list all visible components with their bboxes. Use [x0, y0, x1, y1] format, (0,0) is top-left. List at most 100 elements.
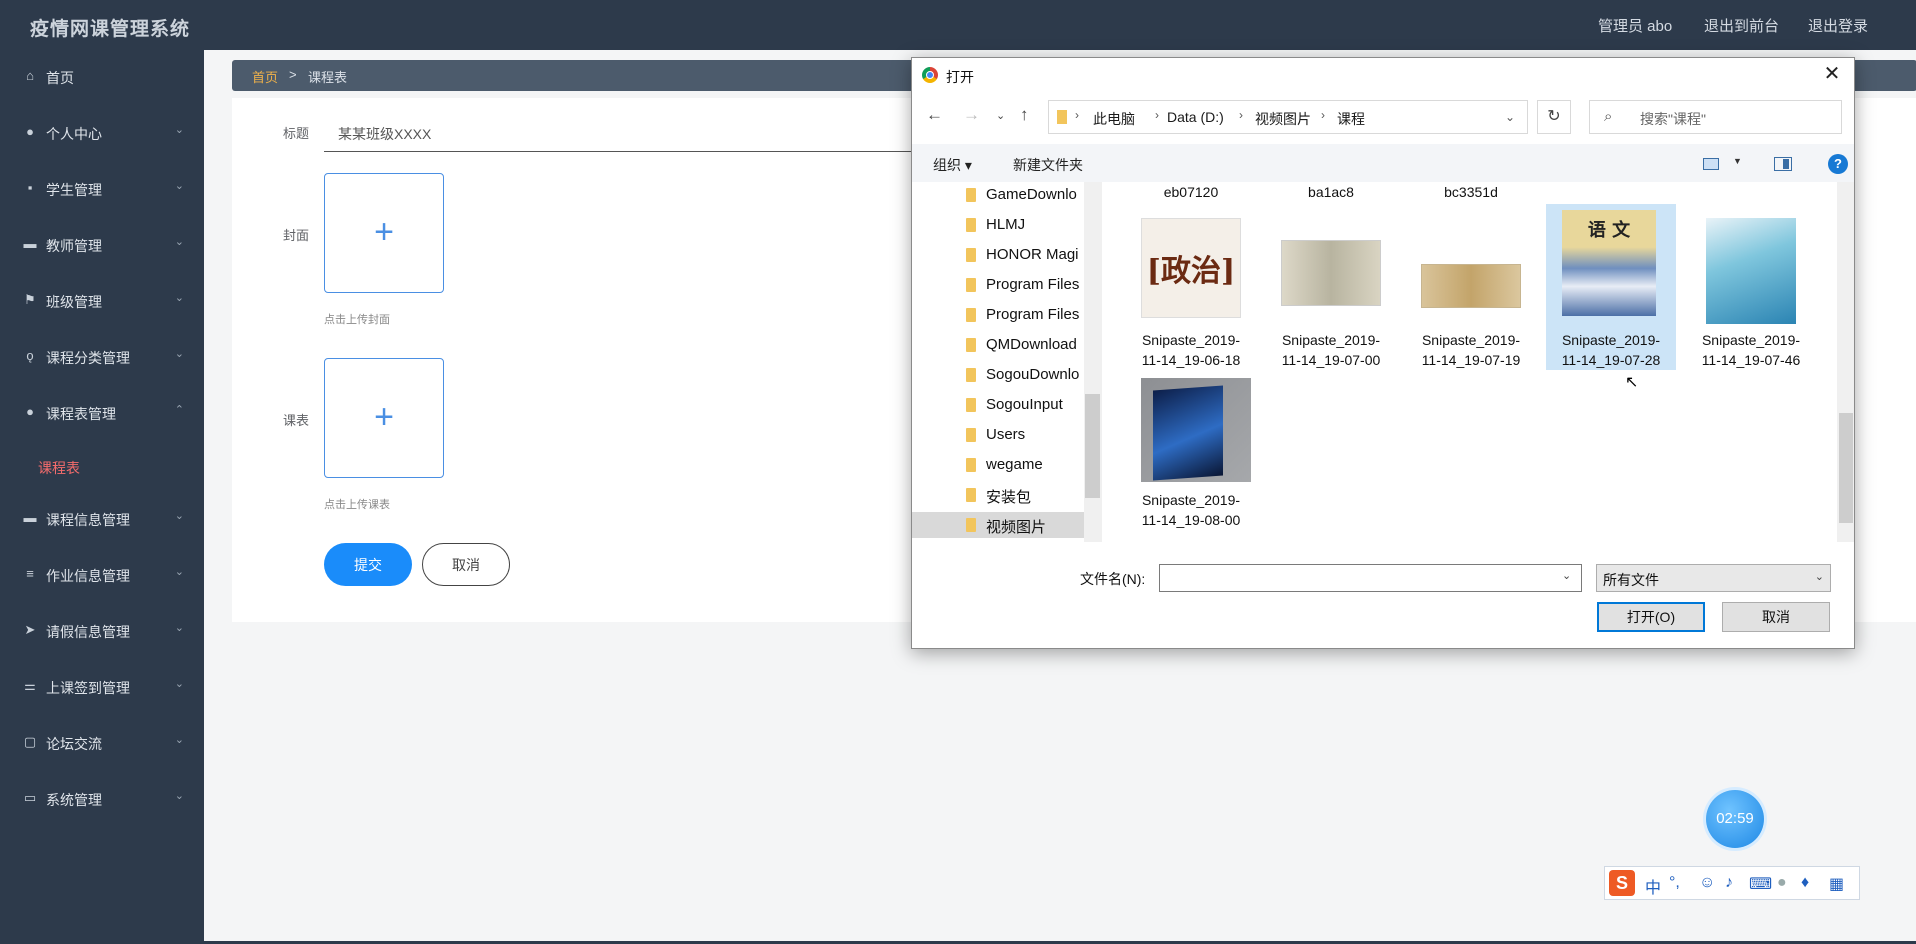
- cover-uploader[interactable]: +: [324, 173, 444, 293]
- address-bar[interactable]: › 此电脑 › Data (D:) › 视频图片 › 课程 ⌄: [1048, 100, 1528, 134]
- keyboard-icon[interactable]: ⌨: [1749, 874, 1772, 894]
- ime-lang-toggle[interactable]: 中: [1645, 874, 1661, 898]
- file-item[interactable]: [政治] Snipaste_2019- 11-14_19-06-18: [1126, 210, 1256, 380]
- sidebar-item-label: 班级管理: [46, 294, 102, 310]
- sidebar-item-label: 课程信息管理: [46, 512, 130, 528]
- user-icon[interactable]: ●: [1777, 874, 1787, 892]
- file-name: Snipaste_2019- 11-14_19-06-18: [1141, 332, 1241, 368]
- schedule-uploader[interactable]: +: [324, 358, 444, 478]
- breadcrumb-home-link[interactable]: 首页: [252, 67, 278, 86]
- grid-menu-icon[interactable]: ▦: [1829, 874, 1844, 894]
- sidebar-item-students[interactable]: ▪ 学生管理 ⌄: [0, 166, 204, 212]
- chevron-down-icon[interactable]: ▼: [1733, 156, 1742, 166]
- recording-timer[interactable]: 02:59: [1706, 790, 1764, 848]
- sidebar-item-leave[interactable]: ➤ 请假信息管理 ⌄: [0, 608, 204, 654]
- file-type-select[interactable]: 所有文件 ⌄: [1596, 564, 1831, 592]
- path-data-drive[interactable]: Data (D:): [1167, 109, 1224, 125]
- tree-item[interactable]: Users: [912, 422, 1084, 448]
- chevron-right-icon: ›: [1239, 108, 1243, 122]
- chevron-down-icon: ⌄: [174, 180, 184, 192]
- sidebar-item-personal-center[interactable]: ● 个人中心 ⌄: [0, 110, 204, 156]
- forward-arrow-icon[interactable]: →: [963, 105, 980, 125]
- sidebar-item-classes[interactable]: ⚑ 班级管理 ⌄: [0, 278, 204, 324]
- back-arrow-icon[interactable]: ←: [926, 105, 943, 125]
- tree-item[interactable]: SogouDownlo: [912, 362, 1084, 388]
- top-header: 疫情网课管理系统 管理员 abo 退出到前台 退出登录: [0, 0, 1916, 50]
- search-input[interactable]: ⌕ 搜索"课程": [1589, 100, 1842, 134]
- preview-pane-icon[interactable]: [1774, 157, 1792, 171]
- organize-menu[interactable]: 组织 ▾: [933, 155, 972, 175]
- recent-chevron-icon[interactable]: ⌄: [996, 109, 1005, 122]
- title-label: 标题: [283, 126, 310, 141]
- file-name: Snipaste_2019- 11-14_19-07-28: [1561, 332, 1661, 368]
- thumbnail-image: [1281, 240, 1381, 306]
- tree-item[interactable]: HLMJ: [912, 212, 1084, 238]
- sidebar-item-label: 首页: [46, 70, 74, 86]
- send-icon: ➤: [24, 622, 36, 637]
- file-scrollbar-thumb[interactable]: [1839, 413, 1853, 523]
- sidebar-item-forum[interactable]: ▢ 论坛交流 ⌄: [0, 720, 204, 766]
- tree-item-selected[interactable]: 视频图片: [912, 512, 1084, 538]
- open-file-dialog: 打开 ✕ ← → ⌄ ↑ › 此电脑 › Data (D:) › 视频图片 › …: [911, 57, 1855, 649]
- sidebar-item-system[interactable]: ▭ 系统管理 ⌄: [0, 776, 204, 822]
- cancel-button[interactable]: 取消: [422, 543, 510, 586]
- new-folder-button[interactable]: 新建文件夹: [1013, 155, 1083, 175]
- sidebar-subitem-schedule[interactable]: 课程表: [38, 458, 80, 478]
- tree-item[interactable]: Program Files: [912, 272, 1084, 298]
- sidebar-item-sign-in[interactable]: ⚌ 上课签到管理 ⌄: [0, 664, 204, 710]
- emoji-icon[interactable]: ☺: [1699, 874, 1715, 892]
- open-button[interactable]: 打开(O): [1597, 602, 1705, 632]
- file-name-partial: bc3351d: [1444, 184, 1498, 200]
- sidebar-item-teachers[interactable]: ▬ 教师管理 ⌄: [0, 222, 204, 268]
- cover-tip: 点击上传封面: [324, 314, 390, 326]
- dialog-cancel-button[interactable]: 取消: [1722, 602, 1830, 632]
- tree-item[interactable]: SogouInput: [912, 392, 1084, 418]
- submit-button[interactable]: 提交: [324, 543, 412, 586]
- monitor-icon: ▭: [23, 790, 37, 805]
- sidebar-item-homework[interactable]: ≡ 作业信息管理 ⌄: [0, 552, 204, 598]
- refresh-icon[interactable]: ↻: [1537, 100, 1571, 134]
- chevron-down-icon: ⌄: [174, 292, 184, 304]
- file-name-partial: ba1ac8: [1308, 184, 1354, 200]
- chevron-down-icon[interactable]: ⌄: [1505, 110, 1515, 124]
- sidebar-item-course-info[interactable]: ▬ 课程信息管理 ⌄: [0, 496, 204, 542]
- path-this-pc[interactable]: 此电脑: [1093, 109, 1135, 129]
- exit-to-front-link[interactable]: 退出到前台: [1704, 15, 1779, 36]
- sidebar-item-label: 课程分类管理: [46, 350, 130, 366]
- sidebar-item-label: 课程表管理: [46, 406, 116, 422]
- file-type-value: 所有文件: [1603, 572, 1659, 588]
- chevron-down-icon: ⌄: [174, 734, 184, 746]
- help-icon[interactable]: ?: [1828, 154, 1848, 174]
- tree-item[interactable]: GameDownlo: [912, 182, 1084, 208]
- sidebar-item-schedule-management[interactable]: ● 课程表管理 ⌃: [0, 390, 204, 436]
- microphone-icon[interactable]: ♪: [1725, 874, 1733, 892]
- sidebar-item-home[interactable]: ⌂ 首页: [0, 54, 204, 100]
- file-item[interactable]: Snipaste_2019- 11-14_19-07-00: [1266, 210, 1396, 380]
- sogou-logo-icon[interactable]: S: [1609, 870, 1635, 896]
- file-item[interactable]: Snipaste_2019- 11-14_19-07-19: [1406, 210, 1536, 380]
- tree-scrollbar-thumb[interactable]: [1085, 394, 1100, 498]
- tree-item[interactable]: Program Files: [912, 302, 1084, 328]
- filename-input[interactable]: [1159, 564, 1582, 592]
- tree-item[interactable]: wegame: [912, 452, 1084, 478]
- up-arrow-icon[interactable]: ↑: [1020, 105, 1029, 125]
- file-item[interactable]: Snipaste_2019- 11-14_19-07-46: [1686, 210, 1816, 380]
- sidebar-item-course-categories[interactable]: ǫ 课程分类管理 ⌄: [0, 334, 204, 380]
- folder-icon: [966, 518, 976, 532]
- tree-item[interactable]: 安装包: [912, 482, 1084, 508]
- chevron-down-icon: ⌄: [174, 124, 184, 136]
- path-video-images[interactable]: 视频图片: [1255, 109, 1311, 129]
- skin-icon[interactable]: ♦: [1801, 874, 1809, 892]
- chevron-down-icon[interactable]: ⌄: [1562, 569, 1571, 582]
- title-input[interactable]: [324, 116, 964, 152]
- close-icon[interactable]: ✕: [1820, 62, 1844, 86]
- tree-item[interactable]: QMDownload: [912, 332, 1084, 358]
- path-course[interactable]: 课程: [1337, 109, 1365, 129]
- file-item[interactable]: Snipaste_2019- 11-14_19-08-00: [1126, 378, 1256, 542]
- view-options-icon[interactable]: [1703, 158, 1719, 170]
- file-item-selected[interactable]: 语 文 Snipaste_2019- 11-14_19-07-28: [1546, 204, 1676, 370]
- briefcase-icon: ▬: [23, 510, 37, 525]
- logout-link[interactable]: 退出登录: [1808, 15, 1868, 36]
- ime-punct-toggle[interactable]: °,: [1669, 874, 1680, 892]
- tree-item[interactable]: HONOR Magi: [912, 242, 1084, 268]
